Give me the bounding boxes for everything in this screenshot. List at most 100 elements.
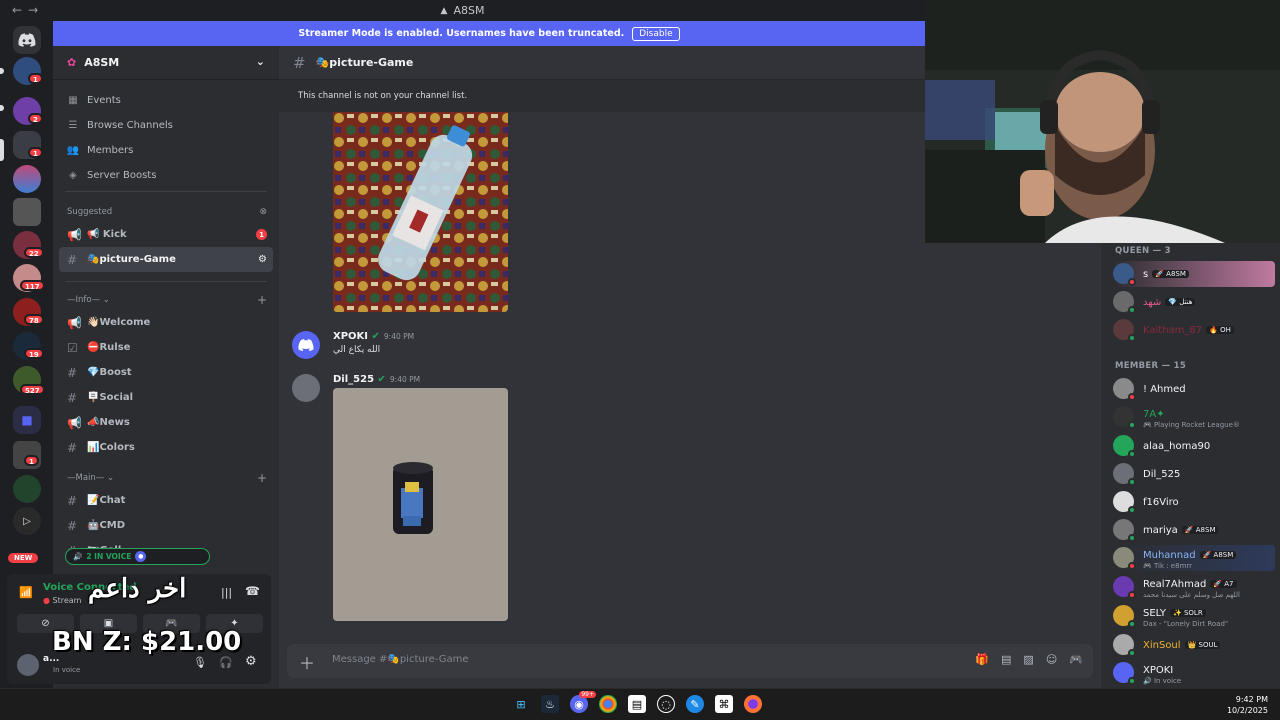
message-author[interactable]: XPOKI ✔ 9:40 PM: [333, 331, 414, 342]
obs-icon[interactable]: ◌: [657, 695, 675, 713]
user-status: In voice: [53, 666, 81, 674]
disconnect-icon[interactable]: ☎: [245, 584, 260, 598]
channel-settings-icon[interactable]: ⚙: [258, 254, 267, 265]
member-activity: 🎮 Playing Rocket League®: [1143, 421, 1240, 429]
add-channel-icon[interactable]: +: [257, 293, 267, 307]
channel-news[interactable]: 📢 📣News: [59, 410, 273, 435]
server-icon[interactable]: [13, 475, 41, 503]
channel-boost[interactable]: # 💎Boost: [59, 360, 273, 385]
discord-taskbar-icon[interactable]: ◉ 99+: [570, 691, 596, 713]
chevron-down-icon[interactable]: ⌄: [256, 55, 265, 68]
member-row[interactable]: ! Ahmed: [1113, 376, 1275, 402]
gif-icon[interactable]: ▤: [1001, 653, 1011, 666]
in-voice-pill[interactable]: 🔊 2 IN VOICE ●: [65, 548, 210, 565]
microphone-icon[interactable]: 🎙: [193, 656, 207, 669]
member-row[interactable]: alaa_homa90: [1113, 433, 1275, 459]
nav-browse-channels[interactable]: ☰ Browse Channels: [53, 113, 279, 138]
soundwave-icon[interactable]: |||: [221, 586, 232, 599]
window-title: A8SM: [453, 4, 485, 17]
windows-start-icon[interactable]: ⊞: [512, 695, 530, 713]
channel-header: # 🎭picture-Game: [279, 46, 925, 80]
avatar[interactable]: [17, 654, 39, 676]
system-clock[interactable]: 9:42 PM 10/2/2025: [1227, 694, 1268, 716]
channel-chat[interactable]: # 📝Chat: [59, 488, 273, 513]
role-header-member: MEMBER — 15: [1115, 361, 1187, 371]
member-name: s 🚀 A8SM: [1143, 269, 1189, 280]
add-channel-icon[interactable]: +: [257, 471, 267, 485]
channel-welcome[interactable]: 📢 👋🏻Welcome: [59, 310, 273, 335]
message-author[interactable]: Dil_525 ✔ 9:40 PM: [333, 374, 420, 385]
gift-icon[interactable]: 🎁: [975, 653, 989, 666]
server-icon[interactable]: [13, 198, 41, 226]
chrome-icon[interactable]: [599, 695, 617, 713]
headphones-icon[interactable]: 🎧: [219, 656, 233, 669]
hash-icon: #: [67, 440, 78, 455]
new-badge[interactable]: NEW: [6, 551, 41, 565]
member-name: alaa_homa90: [1143, 441, 1211, 452]
message-input[interactable]: Message #🎭picture-Game: [332, 654, 469, 665]
capcut-editor-icon[interactable]: ⌘: [715, 695, 733, 713]
member-row[interactable]: Real7Ahmad 🚀 A7 اللهم صل وسلم على سيدنا م…: [1113, 574, 1275, 600]
channel-picture-game[interactable]: # 🎭picture-Game ⚙: [59, 247, 273, 272]
attachment-image-batman-cup[interactable]: [333, 388, 508, 621]
status-icon: [1128, 562, 1136, 570]
server-badge: 22: [24, 247, 44, 258]
hash-icon: #: [67, 252, 78, 267]
main-section[interactable]: —Main— ⌄ +: [53, 468, 279, 488]
nav-server-boosts[interactable]: ◈ Server Boosts: [53, 163, 279, 188]
settings-gear-icon[interactable]: ⚙: [245, 654, 257, 669]
server-badge: 19: [24, 348, 44, 359]
member-name: f16Viro: [1143, 497, 1179, 508]
close-icon[interactable]: ⊗: [259, 207, 267, 217]
sticker-icon[interactable]: ▨: [1023, 653, 1033, 666]
member-row[interactable]: Dil_525: [1113, 461, 1275, 487]
folder-icon[interactable]: ■: [13, 406, 41, 434]
server-name: A8SM: [84, 56, 120, 69]
hash-icon: #: [67, 518, 78, 533]
channel-social[interactable]: # 🪧Social: [59, 385, 273, 410]
info-section[interactable]: —Info— ⌄ +: [53, 290, 279, 310]
discord-home-icon[interactable]: [13, 26, 41, 54]
member-row[interactable]: شهد 💎 هنتل: [1113, 289, 1275, 315]
member-row[interactable]: s 🚀 A8SM: [1113, 261, 1275, 287]
status-icon: [1128, 306, 1136, 314]
member-row[interactable]: XinSoul 👑 SOUL: [1113, 632, 1275, 658]
app-icon[interactable]: ✎: [686, 695, 704, 713]
member-activity: اللهم صل وسلم على سيدنا محمد: [1143, 591, 1240, 599]
channel-colors[interactable]: # 📊Colors: [59, 435, 273, 460]
capcut-icon[interactable]: ▤: [628, 695, 646, 713]
disable-button[interactable]: Disable: [632, 26, 680, 41]
member-row[interactable]: Kaltham_87 🔥 OH: [1113, 317, 1275, 343]
member-row[interactable]: SELY ✨ SOLR Dax - "Lonely Dirt Road": [1113, 603, 1275, 629]
member-row[interactable]: mariya 🚀 A8SM: [1113, 517, 1275, 543]
emoji-icon[interactable]: ☺: [1046, 653, 1057, 666]
server-icon[interactable]: [13, 165, 41, 193]
nav-arrows[interactable]: ←→: [12, 3, 44, 17]
member-row[interactable]: 7A✦ 🎮 Playing Rocket League®: [1113, 404, 1275, 430]
attachment-image-bottle[interactable]: [333, 112, 508, 312]
clock-time: 9:42 PM: [1235, 695, 1268, 704]
webcam-overlay: [925, 0, 1280, 243]
nav-events[interactable]: ▦ Events: [53, 88, 279, 113]
avatar[interactable]: [292, 331, 320, 359]
steam-icon[interactable]: ♨: [541, 695, 559, 713]
server-icon[interactable]: ▷: [13, 507, 41, 535]
nav-members[interactable]: 👥 Members: [53, 138, 279, 163]
channel-cmd[interactable]: # 🤖CMD: [59, 513, 273, 538]
server-header[interactable]: ✿ A8SM ⌄: [53, 46, 279, 80]
server-badge: 1: [28, 73, 43, 84]
taskbar-badge: 99+: [579, 691, 596, 698]
member-row[interactable]: Muhannad 🚀 A8SM 🎮 Tik : e8mrr: [1113, 545, 1275, 571]
member-row[interactable]: XPOKI 🔊 In voice: [1113, 660, 1275, 686]
member-row[interactable]: f16Viro: [1113, 489, 1275, 515]
firefox-icon[interactable]: [744, 695, 762, 713]
gamepad-icon[interactable]: 🎮: [1069, 653, 1083, 666]
rules-icon: ☑: [67, 340, 78, 355]
channel-kick[interactable]: 📢 📢 Kick 1: [59, 222, 273, 247]
message-composer[interactable]: ＋ Message #🎭picture-Game 🎁 ▤ ▨ ☺ 🎮: [287, 644, 1093, 678]
avatar[interactable]: [292, 374, 320, 402]
add-attachment-icon[interactable]: ＋: [299, 650, 315, 674]
donation-amount-overlay: BN Z: $21.00: [52, 627, 242, 657]
channel-rules[interactable]: ☑ ⛔Rulse: [59, 335, 273, 360]
last-donor-overlay: اخر داعم: [88, 574, 187, 604]
